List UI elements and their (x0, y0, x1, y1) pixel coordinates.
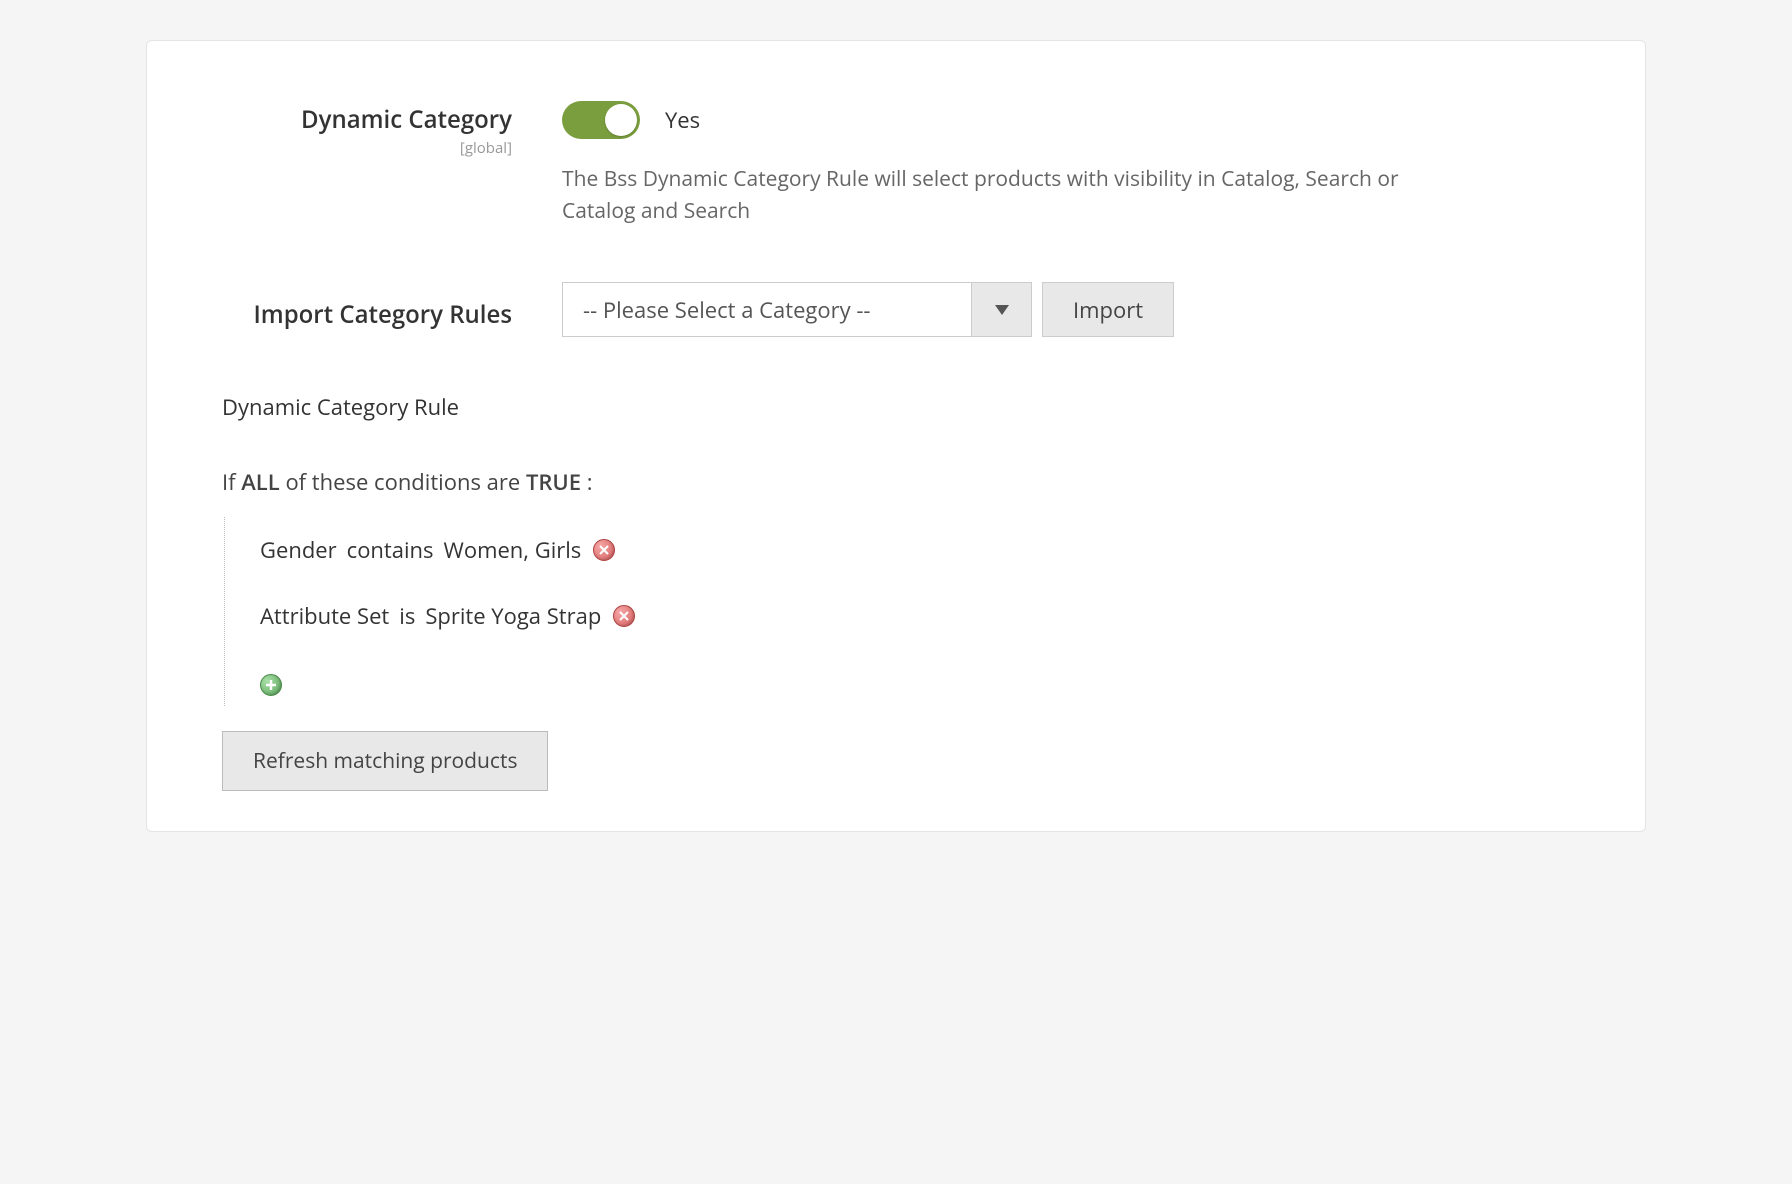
toggle-row: Yes (562, 101, 1570, 139)
field-control: -- Please Select a Category -- Import (562, 282, 1570, 337)
intro-middle: of these conditions are (280, 467, 526, 497)
category-select[interactable]: -- Please Select a Category -- (562, 282, 1032, 337)
toggle-state-label: Yes (665, 105, 700, 135)
condition-value[interactable]: Sprite Yoga Strap (425, 601, 601, 631)
import-button[interactable]: Import (1042, 282, 1174, 337)
field-label-text: Dynamic Category (301, 103, 512, 136)
import-rules-label: Import Category Rules (222, 288, 562, 331)
refresh-products-button[interactable]: Refresh matching products (222, 731, 548, 791)
field-scope: [global] (222, 138, 512, 158)
remove-condition-icon[interactable] (593, 539, 615, 561)
condition-operator[interactable]: contains (347, 535, 434, 565)
dynamic-category-toggle[interactable] (562, 101, 640, 139)
intro-prefix: If (222, 467, 241, 497)
dynamic-category-field: Dynamic Category [global] Yes The Bss Dy… (222, 101, 1570, 227)
aggregator-link[interactable]: ALL (241, 467, 279, 497)
add-condition-row (260, 649, 1570, 706)
condition-row: Attribute Set is Sprite Yoga Strap (260, 583, 1570, 649)
dynamic-category-label: Dynamic Category [global] (222, 101, 562, 227)
dropdown-arrow-icon (971, 283, 1031, 336)
add-condition-icon[interactable] (260, 674, 282, 696)
dynamic-category-help: The Bss Dynamic Category Rule will selec… (562, 164, 1412, 227)
condition-intro: If ALL of these conditions are TRUE : (222, 467, 1570, 497)
conditions-list: Gender contains Women, Girls Attribute S… (224, 517, 1570, 706)
value-link[interactable]: TRUE (526, 467, 581, 497)
import-rules-field: Import Category Rules -- Please Select a… (222, 282, 1570, 337)
settings-panel: Dynamic Category [global] Yes The Bss Dy… (146, 40, 1646, 832)
field-control: Yes The Bss Dynamic Category Rule will s… (562, 101, 1570, 227)
condition-text: Attribute Set is Sprite Yoga Strap (260, 601, 601, 631)
condition-value[interactable]: Women, Girls (444, 535, 582, 565)
field-label-text: Import Category Rules (253, 298, 512, 331)
condition-text: Gender contains Women, Girls (260, 535, 581, 565)
rule-section-heading: Dynamic Category Rule (222, 392, 1570, 422)
condition-attribute[interactable]: Attribute Set (260, 601, 389, 631)
category-select-value: -- Please Select a Category -- (563, 283, 971, 336)
intro-suffix: : (581, 467, 593, 497)
condition-operator[interactable]: is (399, 601, 415, 631)
remove-condition-icon[interactable] (613, 605, 635, 627)
condition-row: Gender contains Women, Girls (260, 517, 1570, 583)
condition-attribute[interactable]: Gender (260, 535, 337, 565)
toggle-knob (605, 104, 637, 136)
